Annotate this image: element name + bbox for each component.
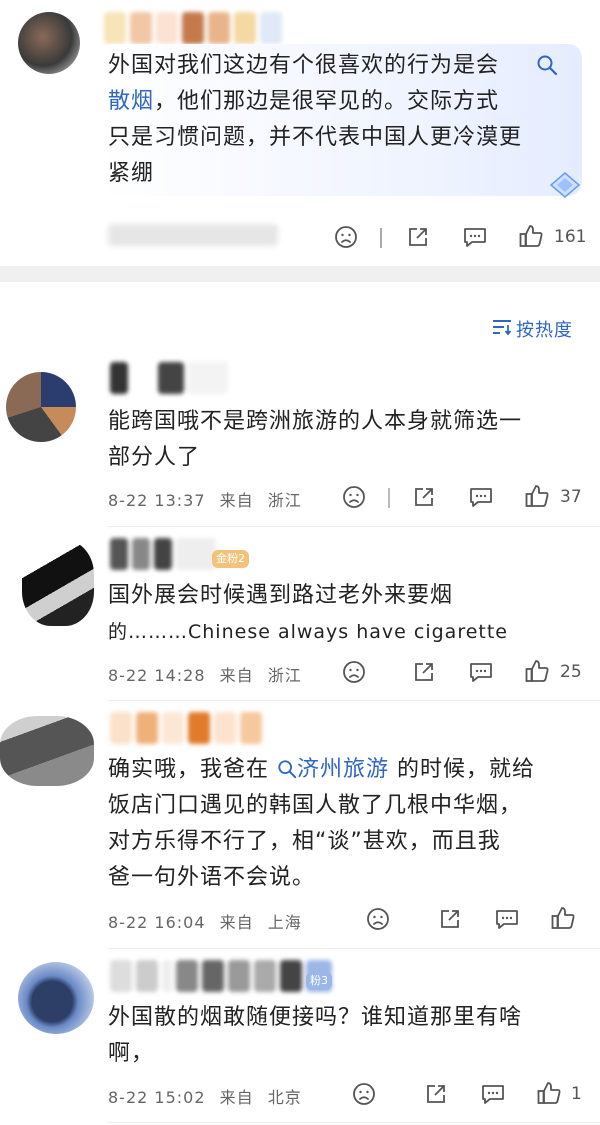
- comment-icon[interactable]: [494, 907, 520, 931]
- thumbs-up-icon[interactable]: [550, 905, 576, 931]
- share-icon[interactable]: [406, 225, 430, 249]
- search-icon: [278, 760, 297, 779]
- from-label: 来自: [219, 491, 254, 510]
- comment-date: 8-22 14:28: [108, 666, 206, 685]
- from-label: 来自: [219, 913, 254, 932]
- like-count: 25: [560, 662, 582, 682]
- comment-text: 饭店门口遇见的韩国人散了几根中华烟，: [108, 793, 523, 818]
- avatar[interactable]: [18, 12, 80, 74]
- top-comment-line1: 外国对我们这边有个很喜欢的行为是会: [108, 53, 500, 78]
- comment-divider: [108, 948, 600, 949]
- username-blurred[interactable]: [104, 12, 282, 48]
- comment-meta: 8-22 13:37 来自 浙江: [108, 487, 302, 511]
- avatar[interactable]: [18, 962, 94, 1034]
- topic-link[interactable]: 散烟: [108, 89, 154, 114]
- location: 浙江: [267, 666, 302, 685]
- comment-text: 部分人了: [108, 445, 201, 470]
- top-comment-line4: 紧绷: [108, 161, 155, 186]
- share-icon[interactable]: [412, 660, 436, 684]
- comment-text: 的………Chinese always have cigarette: [108, 621, 508, 643]
- comment-text: 对方乐得不行了，相“谈”甚欢，而且我: [108, 829, 501, 854]
- like-count: 161: [554, 227, 587, 247]
- from-label: 来自: [219, 666, 254, 685]
- action-separator: [380, 228, 382, 248]
- fan-badge: 粉3: [306, 972, 332, 990]
- meta-blurred: [108, 224, 278, 250]
- fan-badge: 金粉2: [212, 550, 249, 568]
- comment-text: 能跨国哦不是跨洲旅游的人本身就筛选一: [108, 409, 523, 434]
- top-comment-line2: 散烟，他们那边是很罕见的。交际方式: [108, 89, 500, 114]
- comment-text: 啊，: [108, 1041, 155, 1066]
- username-blurred[interactable]: [110, 362, 228, 398]
- comment-divider: [108, 526, 600, 527]
- username-blurred[interactable]: [110, 712, 262, 748]
- sort-icon[interactable]: [492, 318, 512, 336]
- username-blurred[interactable]: [110, 538, 216, 574]
- comment-meta: 8-22 14:28 来自 浙江: [108, 662, 302, 686]
- comment-text: 确实哦，我爸在 济州旅游 的时候，就给: [108, 757, 536, 782]
- like-count: 37: [560, 487, 582, 507]
- section-separator: [0, 266, 600, 282]
- topic-link[interactable]: 济州旅游: [297, 757, 389, 782]
- comment-text: 国外展会时候遇到路过老外来要烟: [108, 583, 454, 608]
- avatar[interactable]: [6, 372, 76, 442]
- top-comment-line3: 只是习惯问题，并不代表中国人更冷漠更: [108, 125, 523, 150]
- comment-meta: 8-22 16:04 来自 上海: [108, 909, 302, 933]
- comment-icon[interactable]: [480, 1082, 506, 1106]
- share-icon[interactable]: [412, 485, 436, 509]
- search-icon[interactable]: [536, 54, 558, 76]
- sad-face-icon[interactable]: [342, 660, 366, 684]
- sad-face-icon[interactable]: [366, 907, 390, 931]
- sad-face-icon[interactable]: [334, 225, 358, 249]
- diamond-icon: [549, 172, 581, 198]
- thumbs-up-icon[interactable]: [524, 483, 550, 509]
- sort-label[interactable]: 按热度: [516, 316, 573, 342]
- thumbs-up-icon[interactable]: [518, 223, 544, 249]
- sad-face-icon[interactable]: [342, 485, 366, 509]
- avatar[interactable]: [22, 540, 94, 626]
- location: 浙江: [267, 491, 302, 510]
- from-label: 来自: [219, 1088, 254, 1107]
- thumbs-up-icon[interactable]: [524, 658, 550, 684]
- comment-date: 8-22 13:37: [108, 491, 206, 510]
- share-icon[interactable]: [424, 1082, 448, 1106]
- thumbs-up-icon[interactable]: [536, 1080, 562, 1106]
- comment-icon[interactable]: [468, 485, 494, 509]
- comment-icon[interactable]: [468, 660, 494, 684]
- comment-icon[interactable]: [462, 225, 488, 249]
- share-icon[interactable]: [438, 907, 462, 931]
- username-blurred[interactable]: [110, 960, 332, 996]
- sad-face-icon[interactable]: [352, 1082, 376, 1106]
- comment-meta: 8-22 15:02 来自 北京: [108, 1084, 302, 1108]
- comment-divider: [108, 700, 600, 701]
- comment-date: 8-22 15:02: [108, 1088, 206, 1107]
- action-separator: [388, 488, 390, 508]
- comment-text: 爸一句外语不会说。: [108, 865, 316, 890]
- comment-text: 外国散的烟敢随便接吗？谁知道那里有啥: [108, 1005, 523, 1030]
- location: 上海: [267, 913, 302, 932]
- comment-date: 8-22 16:04: [108, 913, 206, 932]
- like-count: 1: [571, 1084, 582, 1104]
- comment-divider: [108, 1122, 600, 1123]
- avatar[interactable]: [0, 716, 94, 786]
- location: 北京: [267, 1088, 302, 1107]
